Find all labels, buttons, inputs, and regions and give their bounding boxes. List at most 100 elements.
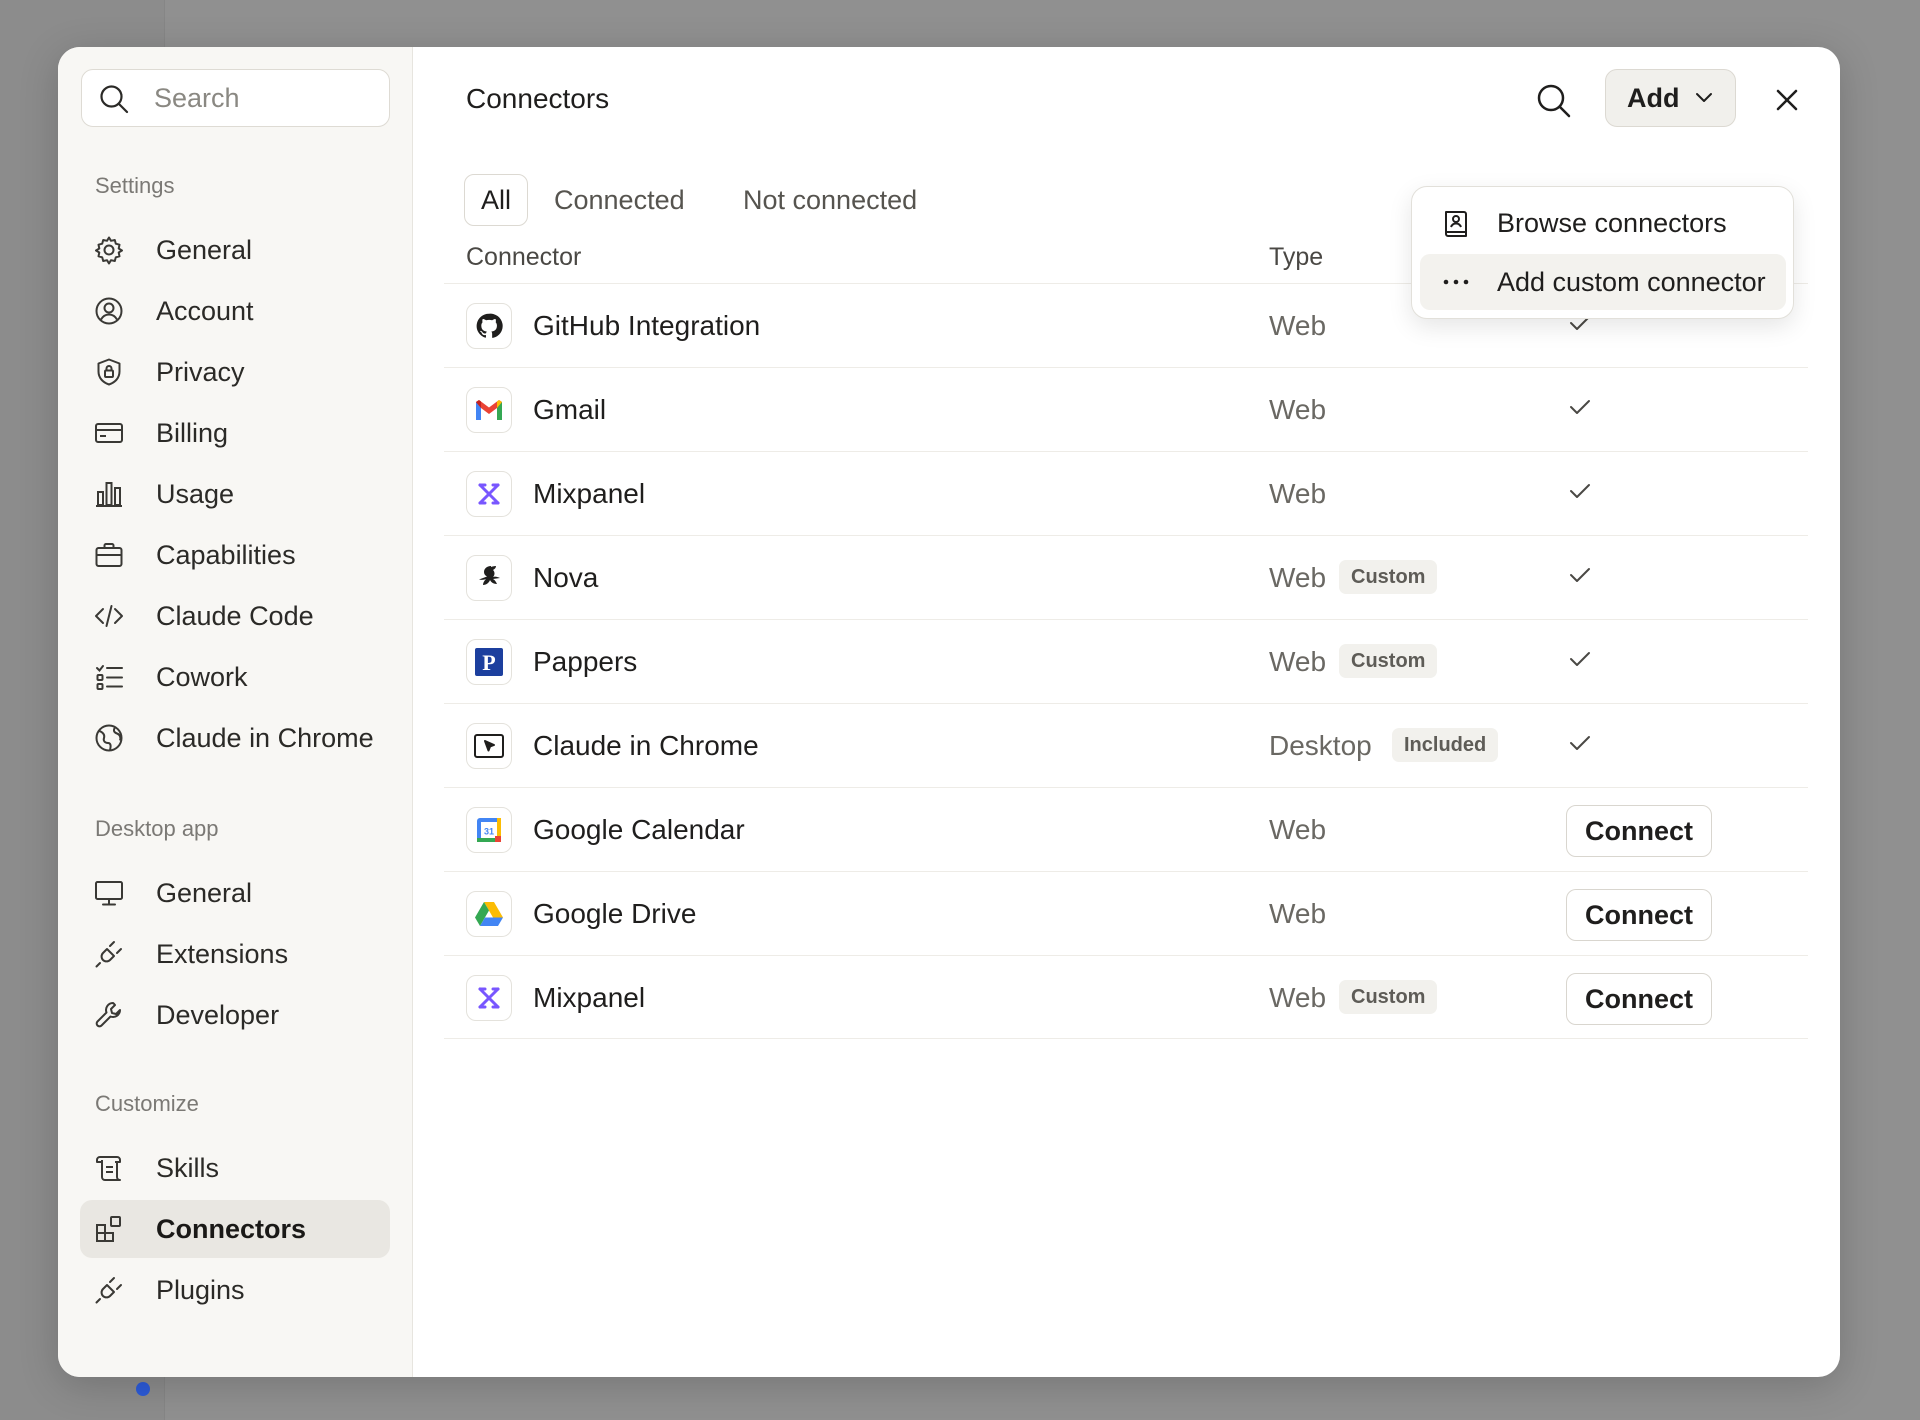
table-row[interactable]: Gmail Web <box>444 367 1808 451</box>
add-button-label: Add <box>1627 82 1680 113</box>
section-label-desktop-app: Desktop app <box>95 816 219 841</box>
tab-all[interactable]: All <box>464 174 529 226</box>
plug-icon <box>95 941 122 968</box>
chevron-down-icon <box>1696 93 1712 102</box>
sidebar-item-label: Connectors <box>156 1213 307 1244</box>
search-icon <box>100 85 129 114</box>
connector-name: GitHub Integration <box>533 310 761 341</box>
custom-badge: Custom <box>1339 560 1438 594</box>
check-icon <box>1570 484 1590 498</box>
sidebar-item-claude-code[interactable]: Claude Code <box>80 587 390 645</box>
page-title: Connectors <box>466 83 610 114</box>
connector-type: Web <box>1269 814 1327 845</box>
settings-modal: Settings General Account Privacy Billing… <box>58 47 1840 1377</box>
connector-name: Nova <box>533 562 599 593</box>
sidebar-item-general[interactable]: General <box>80 221 390 279</box>
table-row[interactable]: Mixpanel Web Custom Connect <box>444 955 1808 1039</box>
table-row[interactable]: 31 Google Calendar Web Connect <box>444 787 1808 871</box>
tab-connected[interactable]: Connected <box>554 174 685 226</box>
svg-text:P: P <box>482 650 495 675</box>
sidebar-item-plugins[interactable]: Plugins <box>80 1261 390 1319</box>
table-row[interactable]: Mixpanel Web <box>444 451 1808 535</box>
table-row[interactable]: Google Drive Web Connect <box>444 871 1808 955</box>
table-row[interactable]: P Pappers Web Custom <box>444 619 1808 703</box>
check-icon <box>1570 736 1590 750</box>
sidebar-item-claude-in-chrome[interactable]: Claude in Chrome <box>80 709 390 767</box>
connector-type: Web <box>1269 478 1327 509</box>
user-circle-icon <box>95 297 123 325</box>
sidebar-item-cowork[interactable]: Cowork <box>80 648 390 706</box>
connector-type: Web <box>1269 898 1327 929</box>
shield-lock-icon <box>97 358 121 386</box>
nova-logo <box>466 555 512 601</box>
sidebar-item-label: Capabilities <box>156 539 296 570</box>
gear-icon <box>95 236 123 265</box>
gmail-logo <box>466 387 512 433</box>
connector-name: Google Calendar <box>533 814 745 845</box>
connector-type: Web <box>1269 982 1327 1013</box>
sidebar-item-label: Cowork <box>156 661 248 692</box>
sidebar-item-extensions[interactable]: Extensions <box>80 925 390 983</box>
menu-item-add-custom-connector[interactable]: Add custom connector <box>1420 254 1786 310</box>
sidebar-item-label: General <box>156 877 253 908</box>
briefcase-icon <box>95 543 123 567</box>
custom-badge: Custom <box>1339 980 1438 1014</box>
sidebar-item-developer[interactable]: Developer <box>80 986 390 1044</box>
check-icon <box>1570 400 1590 414</box>
connect-button[interactable]: Connect <box>1566 889 1712 941</box>
table-row[interactable]: Claude in Chrome Desktop Included <box>444 703 1808 787</box>
google-calendar-logo: 31 <box>466 807 512 853</box>
mixpanel-logo <box>466 975 512 1021</box>
connector-type: Web <box>1269 394 1327 425</box>
connector-type: Web <box>1269 646 1327 677</box>
sidebar-search[interactable] <box>81 69 390 127</box>
checklist-icon <box>96 665 123 690</box>
connector-name: Gmail <box>533 394 607 425</box>
menu-item-label: Browse connectors <box>1497 207 1727 238</box>
search-input[interactable] <box>154 70 374 126</box>
credit-card-icon <box>95 423 123 443</box>
sidebar-item-label: Privacy <box>156 356 245 387</box>
sidebar-item-account[interactable]: Account <box>80 282 390 340</box>
sidebar-item-label: Billing <box>156 417 229 448</box>
section-label-settings: Settings <box>95 173 175 198</box>
bar-chart-icon <box>96 482 122 507</box>
tab-not-connected[interactable]: Not connected <box>743 174 917 226</box>
github-logo <box>466 303 512 349</box>
scroll-icon <box>96 1156 121 1181</box>
add-button[interactable]: Add <box>1605 69 1736 127</box>
sidebar-item-label: Claude in Chrome <box>156 722 374 753</box>
sidebar-item-label: Plugins <box>156 1274 245 1305</box>
sidebar-item-skills[interactable]: Skills <box>80 1139 390 1197</box>
search-icon[interactable] <box>1534 81 1574 121</box>
connector-type: Web <box>1269 562 1327 593</box>
check-icon <box>1570 652 1590 666</box>
wrench-icon <box>95 1002 121 1028</box>
add-dropdown-menu: Browse connectors Add custom connector <box>1411 186 1794 319</box>
sidebar-item-label: Extensions <box>156 938 289 969</box>
connect-button[interactable]: Connect <box>1566 805 1712 857</box>
sidebar-item-capabilities[interactable]: Capabilities <box>80 526 390 584</box>
sidebar-item-connectors[interactable]: Connectors <box>80 1200 390 1258</box>
monitor-icon <box>95 881 123 906</box>
connect-button[interactable]: Connect <box>1566 973 1712 1025</box>
book-user-icon <box>1445 211 1467 237</box>
sidebar-item-desktop-general[interactable]: General <box>80 864 390 922</box>
code-icon <box>95 605 123 627</box>
connector-name: Claude in Chrome <box>533 730 759 761</box>
sidebar-item-billing[interactable]: Billing <box>80 404 390 462</box>
close-icon[interactable] <box>1770 83 1804 117</box>
table-row[interactable]: Nova Web Custom <box>444 535 1808 619</box>
sidebar-item-label: Claude Code <box>156 600 314 631</box>
column-header-type: Type <box>1269 243 1324 271</box>
sidebar-item-privacy[interactable]: Privacy <box>80 343 390 401</box>
chrome-cursor-logo <box>466 723 512 769</box>
menu-item-browse-connectors[interactable]: Browse connectors <box>1420 195 1786 251</box>
settings-sidebar: Settings General Account Privacy Billing… <box>58 47 413 1377</box>
sidebar-item-label: Skills <box>156 1152 220 1183</box>
sidebar-item-label: General <box>156 234 253 265</box>
plug-icon <box>95 1277 122 1304</box>
connector-type: Web <box>1269 310 1327 341</box>
sidebar-item-usage[interactable]: Usage <box>80 465 390 523</box>
connectors-icon <box>96 1216 121 1242</box>
